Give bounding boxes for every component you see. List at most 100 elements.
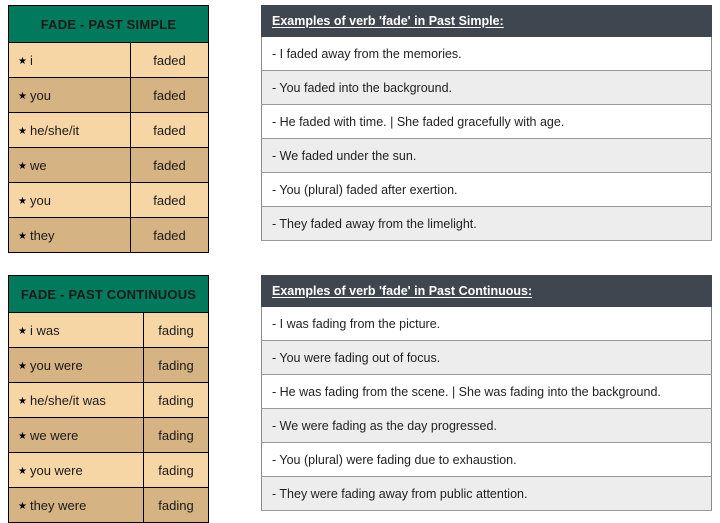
conjugation-form-cell: faded [129,182,210,218]
conjugation-pronoun-cell: ★ i [8,42,131,78]
conjugation-table-header-row: FADE - PAST SIMPLE [7,5,210,43]
table-row: ★ i faded [8,42,210,78]
conjugation-form-cell: fading [143,347,209,383]
pronoun-text: we [29,157,47,173]
pronoun-text: you [29,192,51,208]
pronoun-text: he/she/it was [29,392,106,408]
examples-table: Examples of verb 'fade' in Past Continuo… [261,275,712,511]
conjugation-table-title: FADE - PAST CONTINUOUS [8,275,209,313]
table-row: ★ i was fading [8,312,209,348]
conjugation-pronoun-cell: ★ you [8,182,131,218]
conjugation-pronoun-cell: ★ you were [8,452,144,488]
conjugation-pronoun-cell: ★ we were [8,417,144,453]
star-icon: ★ [18,160,27,172]
conjugation-table-past-continuous: FADE - PAST CONTINUOUS ★ i was fading ★ yo… [8,275,209,523]
star-icon: ★ [18,325,27,337]
conjugation-form-cell: fading [143,452,209,488]
conjugation-table-past-simple: FADE - PAST SIMPLE ★ i faded ★ you faded ★… [7,5,210,253]
example-sentence: - He faded with time. | She faded gracef… [261,104,712,139]
conjugation-form-cell: faded [129,147,210,183]
examples-table-past-simple: Examples of verb 'fade' in Past Simple: … [261,5,712,241]
star-icon: ★ [18,465,27,477]
list-item: - You were fading out of focus. [261,340,712,375]
pronoun-text: i [29,52,33,68]
examples-table-past-continuous: Examples of verb 'fade' in Past Continuo… [261,275,712,511]
table-row: ★ you were fading [8,347,209,383]
example-sentence: - I faded away from the memories. [261,36,712,71]
table-row: ★ we faded [8,147,210,183]
star-icon: ★ [18,195,27,207]
star-icon: ★ [18,360,27,372]
example-sentence: - You (plural) were fading due to exhaus… [261,442,712,477]
pronoun-text: they were [29,497,87,513]
table-row: ★ you faded [8,77,210,113]
list-item: - You (plural) were fading due to exhaus… [261,442,712,477]
conjugation-form-cell: fading [143,417,209,453]
example-sentence: - You were fading out of focus. [261,340,712,375]
conjugation-form-cell: faded [129,42,210,78]
conjugation-table: FADE - PAST CONTINUOUS ★ i was fading ★ yo… [8,275,209,523]
examples-table-header-row: Examples of verb 'fade' in Past Simple: [261,5,712,37]
list-item: - We were fading as the day progressed. [261,408,712,443]
conjugation-form-cell: fading [143,382,209,418]
examples-table-title: Examples of verb 'fade' in Past Continuo… [261,275,712,307]
conjugation-form-cell: faded [129,217,210,253]
pronoun-text: they [29,227,55,243]
star-icon: ★ [18,230,27,242]
verb-conjugation-page: FADE - PAST SIMPLE ★ i faded ★ you faded ★… [0,0,720,523]
conjugation-table: FADE - PAST SIMPLE ★ i faded ★ you faded ★… [7,5,210,253]
examples-table-header-row: Examples of verb 'fade' in Past Continuo… [261,275,712,307]
conjugation-pronoun-cell: ★ you were [8,347,144,383]
pronoun-text: you [29,87,51,103]
pronoun-text: he/she/it [29,122,80,138]
example-sentence: - He was fading from the scene. | She wa… [261,374,712,409]
conjugation-table-header-row: FADE - PAST CONTINUOUS [8,275,209,313]
list-item: - I was fading from the picture. [261,306,712,341]
table-row: ★ they faded [8,217,210,253]
example-sentence: - I was fading from the picture. [261,306,712,341]
examples-title-text: Examples of verb 'fade' in Past Continuo… [272,284,533,298]
example-sentence: - We faded under the sun. [261,138,712,173]
example-sentence: - They faded away from the limelight. [261,206,712,241]
conjugation-pronoun-cell: ★ i was [8,312,144,348]
table-row: ★ you were fading [8,452,209,488]
pronoun-text: i was [29,322,60,338]
example-sentence: - You (plural) faded after exertion. [261,172,712,207]
list-item: - They were fading away from public atte… [261,476,712,511]
star-icon: ★ [18,55,27,67]
conjugation-form-cell: fading [143,312,209,348]
conjugation-pronoun-cell: ★ you [8,77,131,113]
conjugation-pronoun-cell: ★ he/she/it [8,112,131,148]
examples-title-text: Examples of verb 'fade' in Past Simple: [272,14,504,28]
conjugation-pronoun-cell: ★ they were [8,487,144,523]
conjugation-form-cell: fading [143,487,209,523]
list-item: - He was fading from the scene. | She wa… [261,374,712,409]
list-item: - You (plural) faded after exertion. [261,172,712,207]
examples-table: Examples of verb 'fade' in Past Simple: … [261,5,712,241]
examples-table-title: Examples of verb 'fade' in Past Simple: [261,5,712,37]
pronoun-text: you were [29,357,83,373]
example-sentence: - They were fading away from public atte… [261,476,712,511]
table-row: ★ you faded [8,182,210,218]
star-icon: ★ [18,395,27,407]
conjugation-pronoun-cell: ★ he/she/it was [8,382,144,418]
star-icon: ★ [18,125,27,137]
table-row: ★ he/she/it was fading [8,382,209,418]
pronoun-text: we were [29,427,79,443]
table-row: ★ he/she/it faded [8,112,210,148]
star-icon: ★ [18,430,27,442]
conjugation-form-cell: faded [129,112,210,148]
list-item: - They faded away from the limelight. [261,206,712,241]
star-icon: ★ [18,500,27,512]
conjugation-pronoun-cell: ★ we [8,147,131,183]
pronoun-text: you were [29,462,83,478]
list-item: - You faded into the background. [261,70,712,105]
conjugation-table-title: FADE - PAST SIMPLE [7,5,210,43]
table-row: ★ we were fading [8,417,209,453]
conjugation-form-cell: faded [129,77,210,113]
star-icon: ★ [18,90,27,102]
table-row: ★ they were fading [8,487,209,523]
list-item: - He faded with time. | She faded gracef… [261,104,712,139]
example-sentence: - You faded into the background. [261,70,712,105]
list-item: - I faded away from the memories. [261,36,712,71]
